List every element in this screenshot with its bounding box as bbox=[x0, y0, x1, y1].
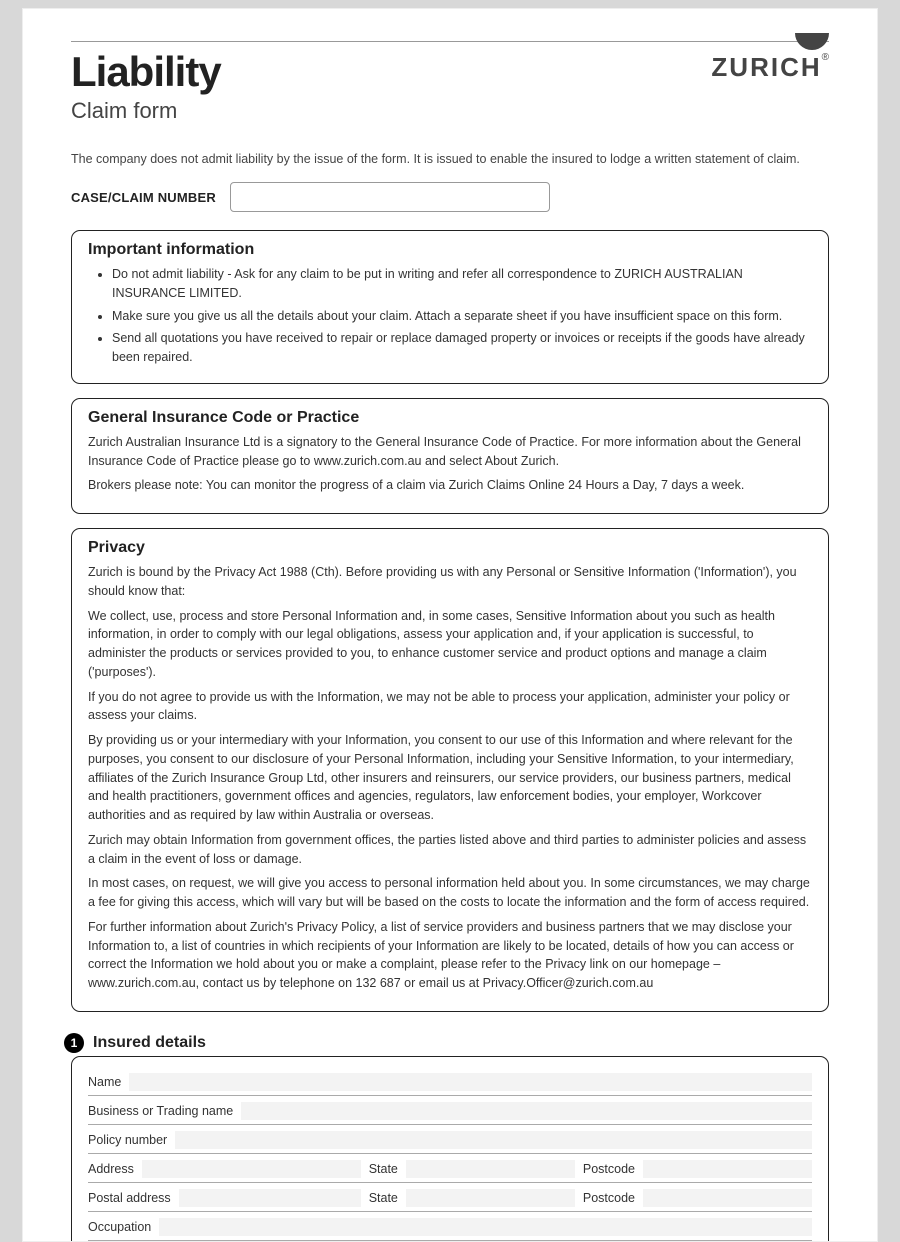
page: Liability Claim form ZURICH® The company… bbox=[22, 8, 878, 1242]
address-input[interactable] bbox=[142, 1160, 361, 1178]
brand-name: ZURICH bbox=[711, 52, 821, 82]
postal-input[interactable] bbox=[179, 1189, 361, 1207]
name-label: Name bbox=[88, 1075, 121, 1089]
occupation-input[interactable] bbox=[159, 1218, 812, 1236]
code-of-practice-box: General Insurance Code or Practice Zuric… bbox=[71, 398, 829, 514]
policy-label: Policy number bbox=[88, 1133, 167, 1147]
postal-postcode-label: Postcode bbox=[583, 1191, 635, 1205]
brand-circle-icon bbox=[795, 33, 829, 50]
privacy-paragraph: By providing us or your intermediary wit… bbox=[88, 731, 812, 825]
important-item: Send all quotations you have received to… bbox=[112, 329, 812, 367]
name-input[interactable] bbox=[129, 1073, 812, 1091]
privacy-paragraph: If you do not agree to provide us with t… bbox=[88, 688, 812, 726]
business-label: Business or Trading name bbox=[88, 1104, 233, 1118]
insured-details-box: Name Business or Trading name Policy num… bbox=[71, 1056, 829, 1241]
case-number-label: CASE/CLAIM NUMBER bbox=[71, 190, 216, 205]
privacy-paragraph: Zurich is bound by the Privacy Act 1988 … bbox=[88, 563, 812, 601]
section-number-badge: 1 bbox=[64, 1033, 84, 1053]
brand-registered: ® bbox=[822, 52, 829, 63]
code-paragraph: Brokers please note: You can monitor the… bbox=[88, 476, 812, 495]
postal-postcode-input[interactable] bbox=[643, 1189, 812, 1207]
postcode-input[interactable] bbox=[643, 1160, 812, 1178]
intro-text: The company does not admit liability by … bbox=[71, 152, 829, 166]
privacy-paragraph: We collect, use, process and store Perso… bbox=[88, 607, 812, 682]
top-rule bbox=[71, 41, 829, 42]
privacy-paragraph: For further information about Zurich's P… bbox=[88, 918, 812, 993]
occupation-label: Occupation bbox=[88, 1220, 151, 1234]
privacy-heading: Privacy bbox=[88, 539, 812, 557]
header-left: Liability Claim form bbox=[71, 48, 221, 124]
important-heading: Important information bbox=[88, 241, 812, 259]
privacy-paragraph: In most cases, on request, we will give … bbox=[88, 874, 812, 912]
postal-label: Postal address bbox=[88, 1191, 171, 1205]
field-row-business: Business or Trading name bbox=[88, 1096, 812, 1125]
case-number-input[interactable] bbox=[230, 182, 550, 212]
page-title: Liability bbox=[71, 48, 221, 96]
important-item: Do not admit liability - Ask for any cla… bbox=[112, 265, 812, 303]
privacy-box: Privacy Zurich is bound by the Privacy A… bbox=[71, 528, 829, 1012]
state-label: State bbox=[369, 1162, 398, 1176]
field-row-address: Address State Postcode bbox=[88, 1154, 812, 1183]
section-insured-details: 1 Insured details Name Business or Tradi… bbox=[71, 1034, 829, 1241]
postal-state-label: State bbox=[369, 1191, 398, 1205]
postcode-label: Postcode bbox=[583, 1162, 635, 1176]
policy-input[interactable] bbox=[175, 1131, 812, 1149]
business-input[interactable] bbox=[241, 1102, 812, 1120]
page-subtitle: Claim form bbox=[71, 98, 221, 124]
brand-logo: ZURICH® bbox=[711, 48, 829, 83]
field-row-postal: Postal address State Postcode bbox=[88, 1183, 812, 1212]
state-input[interactable] bbox=[406, 1160, 575, 1178]
important-info-box: Important information Do not admit liabi… bbox=[71, 230, 829, 384]
field-row-policy: Policy number bbox=[88, 1125, 812, 1154]
header: Liability Claim form ZURICH® bbox=[71, 48, 829, 124]
field-row-occupation: Occupation bbox=[88, 1212, 812, 1241]
case-number-row: CASE/CLAIM NUMBER bbox=[71, 182, 829, 212]
postal-state-input[interactable] bbox=[406, 1189, 575, 1207]
important-list: Do not admit liability - Ask for any cla… bbox=[88, 265, 812, 367]
important-item: Make sure you give us all the details ab… bbox=[112, 307, 812, 326]
code-heading: General Insurance Code or Practice bbox=[88, 409, 812, 427]
section-heading: Insured details bbox=[71, 1034, 829, 1052]
privacy-paragraph: Zurich may obtain Information from gover… bbox=[88, 831, 812, 869]
address-label: Address bbox=[88, 1162, 134, 1176]
code-paragraph: Zurich Australian Insurance Ltd is a sig… bbox=[88, 433, 812, 471]
field-row-name: Name bbox=[88, 1067, 812, 1096]
